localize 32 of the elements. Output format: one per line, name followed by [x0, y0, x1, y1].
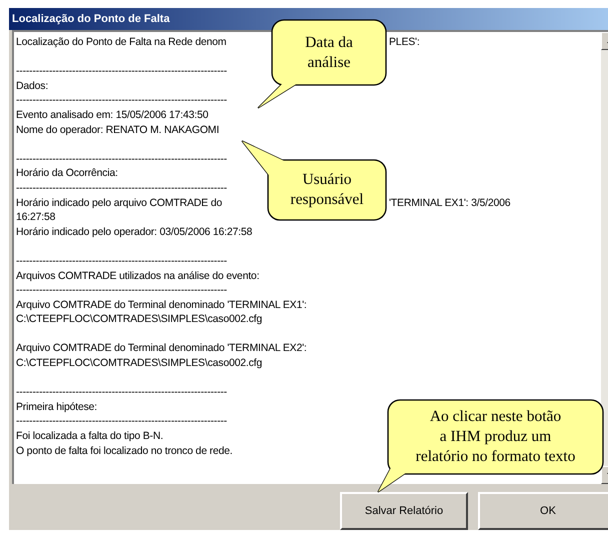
report-line: C:\CTEEPFLOC\COMTRADES\SIMPLES\caso002.cfg [16, 313, 262, 326]
separator-line: ---------------------------------------------------------------- [16, 182, 227, 194]
report-line: Dados: [16, 80, 48, 92]
report-line: PLES': [389, 35, 420, 50]
report-line: Horário indicado pelo operador: 03/05/2006 16:27:58 [16, 226, 252, 238]
report-line: 16:27:58 [16, 211, 56, 224]
separator-line: ---------------------------------------------------------------- [16, 284, 227, 296]
separator-line: ---------------------------------------------------------------- [16, 415, 227, 428]
report-line: Evento analisado em: 15/05/2006 17:43:50 [16, 108, 208, 121]
report-line: C:\CTEEPFLOC\COMTRADES\SIMPLES\caso002.cfg [16, 357, 262, 370]
report-line: Foi localizada a falta do tipo B-N. [16, 430, 164, 442]
separator-line: ---------------------------------------------------------------- [16, 152, 227, 165]
save-report-button[interactable]: Salvar Relatório [340, 492, 468, 530]
report-line: Horário indicado pelo arquivo COMTRADE do [16, 196, 222, 209]
ok-button[interactable]: OK [478, 492, 608, 530]
callout-text: Ao clicar neste botão a IHM produz um relatório no formato texto [416, 407, 576, 467]
report-line: Arquivo COMTRADE do Terminal denominado 'TERMINAL EX2': [16, 342, 307, 354]
separator-line: ---------------------------------------------------------------- [16, 65, 227, 78]
report-line: Arquivo COMTRADE do Terminal denominado 'TERMINAL EX1': [16, 298, 307, 311]
report-line: Localização do Ponto de Falta na Rede denom [16, 36, 226, 48]
report-line: Primeira hipótese: [16, 400, 98, 413]
window-title: Localização do Ponto de Falta [11, 13, 170, 25]
callout-text: Data da análise [305, 32, 353, 72]
report-line: O ponto de falta foi localizado no tronco de rede. [16, 444, 232, 457]
separator-line: ---------------------------------------------------------------- [16, 254, 227, 267]
callout-text: Usuário responsável [290, 170, 364, 210]
separator-line: ---------------------------------------------------------------- [16, 386, 227, 398]
report-line: Arquivos COMTRADE utilizados na análise do evento: [16, 270, 260, 282]
report-line: Horário da Ocorrência: [16, 167, 118, 180]
report-line: 'TERMINAL EX1': 3/5/2006 [389, 196, 510, 210]
report-line: Nome do operador: RENATO M. NAKAGOMI [16, 124, 220, 136]
separator-line: ---------------------------------------------------------------- [16, 94, 227, 106]
